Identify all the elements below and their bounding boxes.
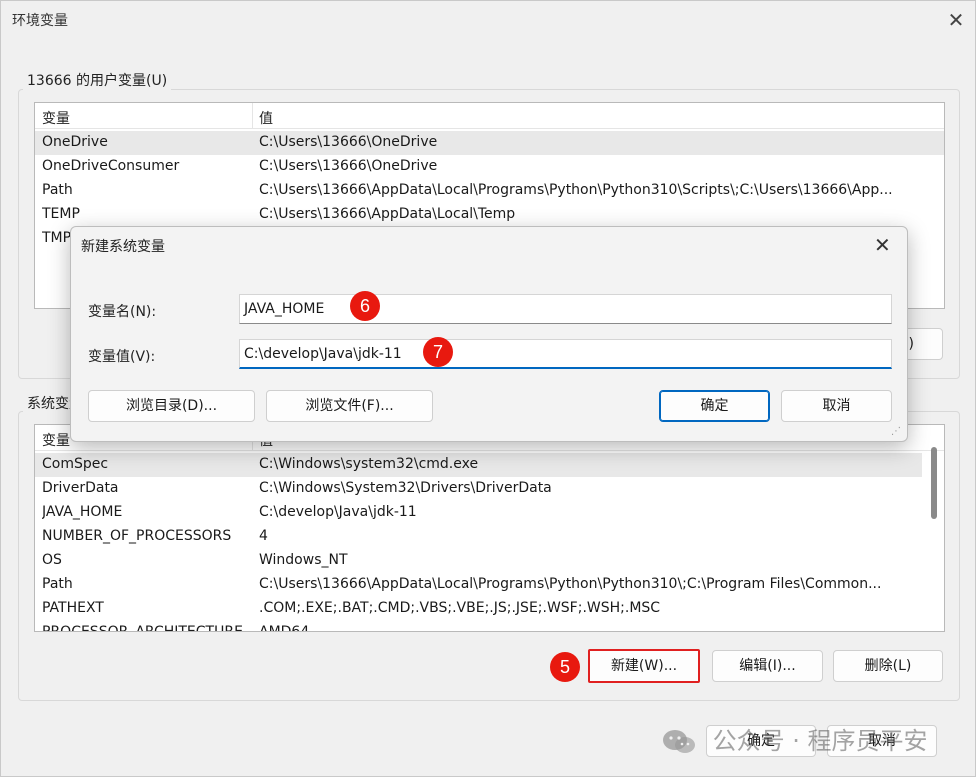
- step-5-badge: 5: [550, 652, 580, 682]
- wechat-icon: [663, 730, 695, 753]
- row-value: C:\Users\13666\AppData\Local\Programs\Py…: [259, 182, 893, 198]
- row-name: Path: [42, 182, 73, 198]
- table-row[interactable]: OneDriveConsumer C:\Users\13666\OneDrive: [35, 155, 944, 179]
- row-name: OneDriveConsumer: [42, 158, 180, 174]
- dialog-ok-button[interactable]: 确定: [659, 390, 770, 422]
- watermark: 公众号 · 程序员平安: [661, 723, 928, 759]
- step-6-badge: 6: [350, 291, 380, 321]
- table-row[interactable]: DriverData C:\Windows\System32\Drivers\D…: [35, 477, 922, 501]
- new-system-variable-dialog: 新建系统变量 ✕ 变量名(N): JAVA_HOME 变量值(V): C:\de…: [70, 226, 908, 442]
- browse-file-button[interactable]: 浏览文件(F)...: [266, 390, 433, 422]
- table-row[interactable]: Path C:\Users\13666\AppData\Local\Progra…: [35, 179, 944, 203]
- window-title: 环境变量: [12, 13, 68, 29]
- system-list-scrollbar[interactable]: [931, 447, 937, 519]
- table-row[interactable]: ComSpec C:\Windows\system32\cmd.exe: [35, 453, 922, 477]
- row-value: C:\Windows\System32\Drivers\DriverData: [259, 480, 552, 496]
- row-name: PROCESSOR_ARCHITECTURE: [42, 624, 243, 632]
- row-name: Path: [42, 576, 73, 592]
- table-row[interactable]: JAVA_HOME C:\develop\Java\jdk-11: [35, 501, 922, 525]
- table-row[interactable]: Path C:\Users\13666\AppData\Local\Progra…: [35, 573, 922, 597]
- resize-grip-icon[interactable]: ⋰: [891, 427, 903, 439]
- table-row[interactable]: OneDrive C:\Users\13666\OneDrive: [35, 131, 944, 155]
- row-name: JAVA_HOME: [42, 504, 123, 520]
- row-name: OS: [42, 552, 62, 568]
- watermark-text: 公众号 · 程序员平安: [712, 727, 928, 755]
- window-close-icon[interactable]: ✕: [941, 7, 971, 33]
- row-value: C:\Users\13666\OneDrive: [259, 158, 438, 174]
- row-name: DriverData: [42, 480, 119, 496]
- browse-directory-button[interactable]: 浏览目录(D)...: [88, 390, 255, 422]
- row-value: C:\Windows\system32\cmd.exe: [259, 456, 479, 472]
- row-name: ComSpec: [42, 456, 109, 472]
- variable-name-label: 变量名(N):: [88, 304, 157, 320]
- row-value: 4: [259, 528, 268, 544]
- user-header-name[interactable]: 变量: [42, 108, 70, 128]
- table-row[interactable]: NUMBER_OF_PROCESSORS 4: [35, 525, 922, 549]
- dialog-title: 新建系统变量: [81, 239, 165, 255]
- row-name: OneDrive: [42, 134, 108, 150]
- row-value: C:\develop\Java\jdk-11: [259, 504, 417, 520]
- system-edit-button[interactable]: 编辑(I)...: [712, 650, 823, 682]
- row-value: C:\Users\13666\AppData\Local\Temp: [259, 206, 516, 222]
- row-value: Windows_NT: [259, 552, 348, 568]
- user-header-value[interactable]: 值: [259, 108, 273, 128]
- dialog-cancel-button[interactable]: 取消: [781, 390, 892, 422]
- table-row[interactable]: PATHEXT .COM;.EXE;.BAT;.CMD;.VBS;.VBE;.J…: [35, 597, 922, 621]
- user-list-header: 变量 值: [35, 103, 944, 129]
- variable-value-label: 变量值(V):: [88, 349, 156, 365]
- table-row[interactable]: OS Windows_NT: [35, 549, 922, 573]
- variable-value-field[interactable]: C:\develop\Java\jdk-11: [239, 339, 892, 369]
- partial-button-label: ): [908, 336, 914, 352]
- environment-variables-window: 环境变量 ✕ 13666 的用户变量(U) 变量 值 OneDrive C:\U…: [0, 0, 976, 777]
- step-7-badge: 7: [423, 337, 453, 367]
- table-row[interactable]: PROCESSOR_ARCHITECTURE AMD64: [35, 621, 922, 632]
- variable-name-field[interactable]: JAVA_HOME: [239, 294, 892, 324]
- row-value: C:\Users\13666\AppData\Local\Programs\Py…: [259, 576, 882, 592]
- system-new-button[interactable]: 新建(W)...: [588, 649, 700, 683]
- row-value: C:\Users\13666\OneDrive: [259, 134, 438, 150]
- row-value: AMD64: [259, 624, 310, 632]
- system-variables-list[interactable]: 变量 值 ComSpec C:\Windows\system32\cmd.exe…: [34, 424, 945, 632]
- system-delete-button[interactable]: 删除(L): [833, 650, 943, 682]
- row-value: .COM;.EXE;.BAT;.CMD;.VBS;.VBE;.JS;.JSE;.…: [259, 600, 661, 616]
- row-name: TEMP: [42, 206, 80, 222]
- system-header-name[interactable]: 变量: [42, 430, 70, 450]
- dialog-close-icon[interactable]: ✕: [874, 233, 891, 257]
- user-variables-legend: 13666 的用户变量(U): [23, 70, 172, 90]
- table-row[interactable]: TEMP C:\Users\13666\AppData\Local\Temp: [35, 203, 944, 227]
- row-name: NUMBER_OF_PROCESSORS: [42, 528, 232, 544]
- row-name: PATHEXT: [42, 600, 104, 616]
